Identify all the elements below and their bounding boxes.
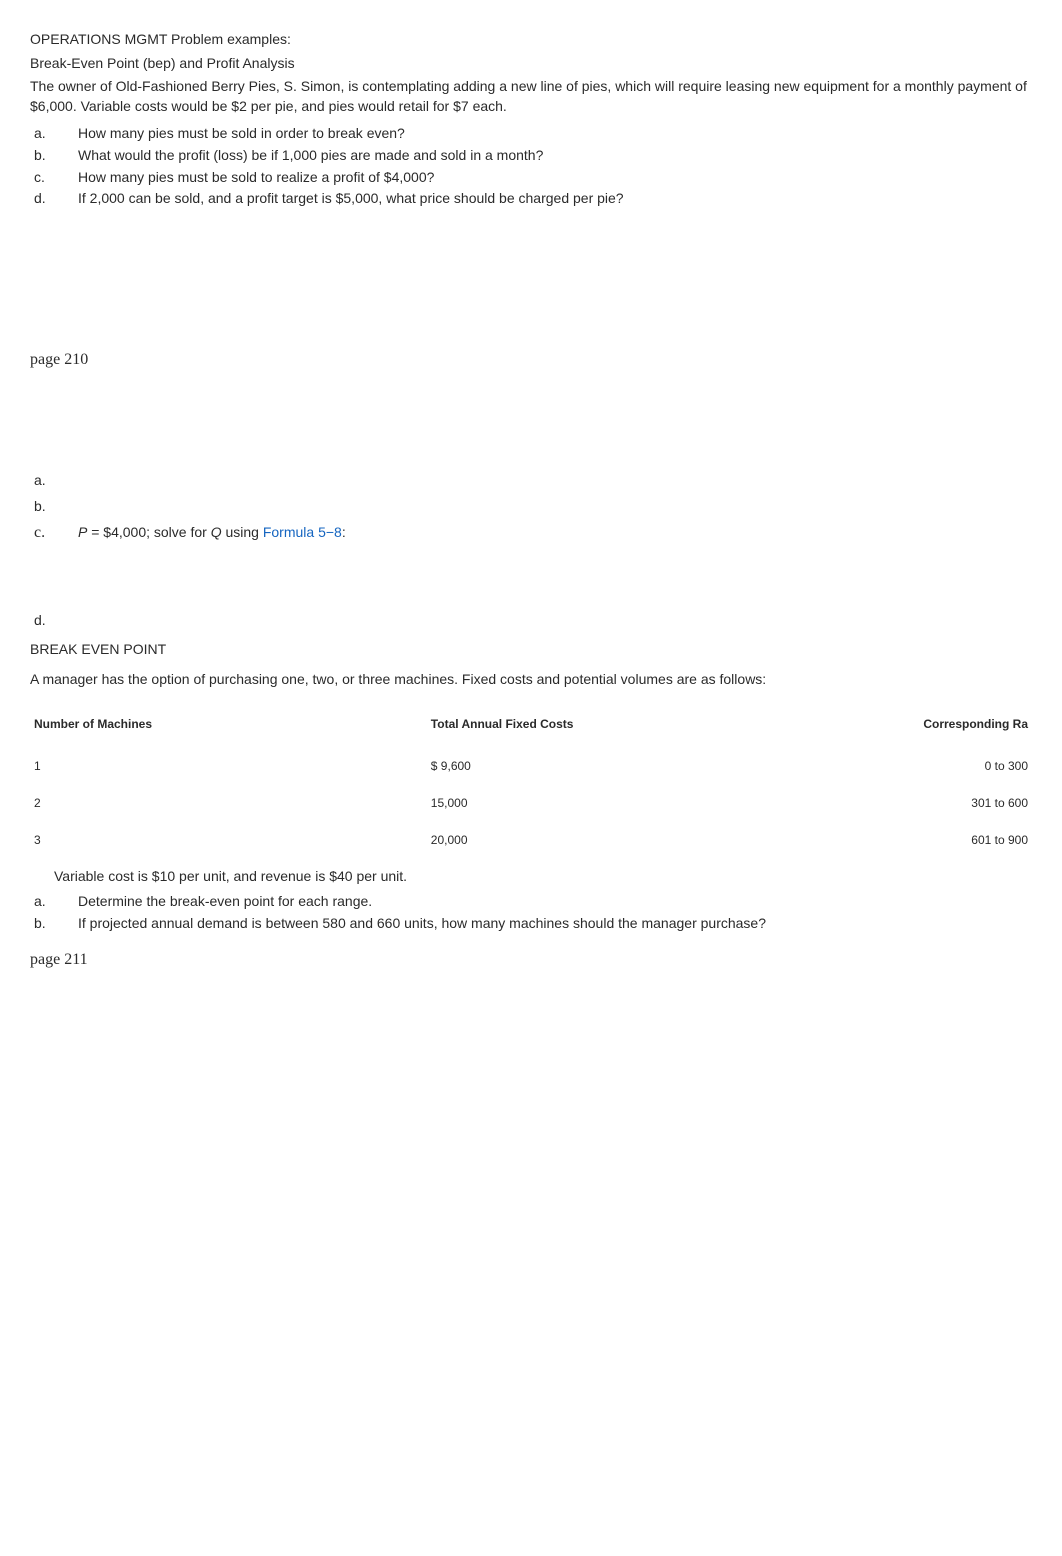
question-text: Determine the break-even point for each … <box>78 892 1032 912</box>
question-letter: a. <box>34 892 78 912</box>
answer-list-cont: d. <box>34 611 1032 631</box>
question-item: c. How many pies must be sold to realize… <box>34 168 1032 188</box>
question-letter: b. <box>34 914 78 934</box>
question-text: If 2,000 can be sold, and a profit targe… <box>78 189 1032 209</box>
cost-note: Variable cost is $10 per unit, and reven… <box>54 867 1032 887</box>
question-item: a. How many pies must be sold in order t… <box>34 124 1032 144</box>
question-list-1: a. How many pies must be sold in order t… <box>34 124 1032 208</box>
answer-text: P = $4,000; solve for Q using Formula 5−… <box>78 523 1032 543</box>
question-text: What would the profit (loss) be if 1,000… <box>78 146 1032 166</box>
question-list-2: a. Determine the break-even point for ea… <box>34 892 1032 933</box>
answer-list: a. b. c. P = $4,000; solve for Q using F… <box>34 471 1032 545</box>
table-row: 2 15,000 301 to 600 <box>30 785 1032 822</box>
answer-letter: c. <box>34 522 78 544</box>
cell-fixed: $ 9,600 <box>431 748 882 785</box>
answer-letter: d. <box>34 611 78 631</box>
answer-letter: a. <box>34 471 78 491</box>
question-item: b. If projected annual demand is between… <box>34 914 1032 934</box>
variable-p: P <box>78 524 87 540</box>
cell-range: 0 to 300 <box>882 748 1032 785</box>
cell-fixed: 15,000 <box>431 785 882 822</box>
answer-item: d. <box>34 611 1032 631</box>
answer-item: b. <box>34 497 1032 517</box>
question-text: How many pies must be sold to realize a … <box>78 168 1032 188</box>
question-text: How many pies must be sold in order to b… <box>78 124 1032 144</box>
question-text: If projected annual demand is between 58… <box>78 914 1032 934</box>
answer-text-span: = $4,000; solve for <box>87 524 210 540</box>
question-item: b. What would the profit (loss) be if 1,… <box>34 146 1032 166</box>
problem-intro: The owner of Old-Fashioned Berry Pies, S… <box>30 77 1032 116</box>
cell-num: 2 <box>30 785 431 822</box>
cell-num: 1 <box>30 748 431 785</box>
question-letter: c. <box>34 168 78 188</box>
document-title: OPERATIONS MGMT Problem examples: <box>30 30 1032 50</box>
question-item: a. Determine the break-even point for ea… <box>34 892 1032 912</box>
answer-letter: b. <box>34 497 78 517</box>
table-header-num: Number of Machines <box>30 706 431 749</box>
machines-table-wrap: Number of Machines Total Annual Fixed Co… <box>30 706 1032 867</box>
variable-q: Q <box>211 524 222 540</box>
cell-range: 301 to 600 <box>882 785 1032 822</box>
cell-num: 3 <box>30 822 431 859</box>
page-reference: page 211 <box>30 949 1032 971</box>
table-header-range: Corresponding Ra <box>882 706 1032 749</box>
machines-table: Number of Machines Total Annual Fixed Co… <box>30 706 1032 859</box>
document-subtitle: Break-Even Point (bep) and Profit Analys… <box>30 54 1032 74</box>
question-letter: d. <box>34 189 78 209</box>
table-header-row: Number of Machines Total Annual Fixed Co… <box>30 706 1032 749</box>
section-heading: BREAK EVEN POINT <box>30 640 1032 660</box>
cell-range: 601 to 900 <box>882 822 1032 859</box>
question-item: d. If 2,000 can be sold, and a profit ta… <box>34 189 1032 209</box>
table-header-fixed: Total Annual Fixed Costs <box>431 706 882 749</box>
page-reference: page 210 <box>30 349 1032 371</box>
table-row: 3 20,000 601 to 900 <box>30 822 1032 859</box>
answer-item: a. <box>34 471 1032 491</box>
answer-text-span: : <box>342 524 346 540</box>
answer-item: c. P = $4,000; solve for Q using Formula… <box>34 522 1032 544</box>
section-intro: A manager has the option of purchasing o… <box>30 670 1032 690</box>
formula-link[interactable]: Formula 5−8 <box>263 524 342 540</box>
answer-text-span: using <box>222 524 263 540</box>
cell-fixed: 20,000 <box>431 822 882 859</box>
question-letter: b. <box>34 146 78 166</box>
table-row: 1 $ 9,600 0 to 300 <box>30 748 1032 785</box>
question-letter: a. <box>34 124 78 144</box>
